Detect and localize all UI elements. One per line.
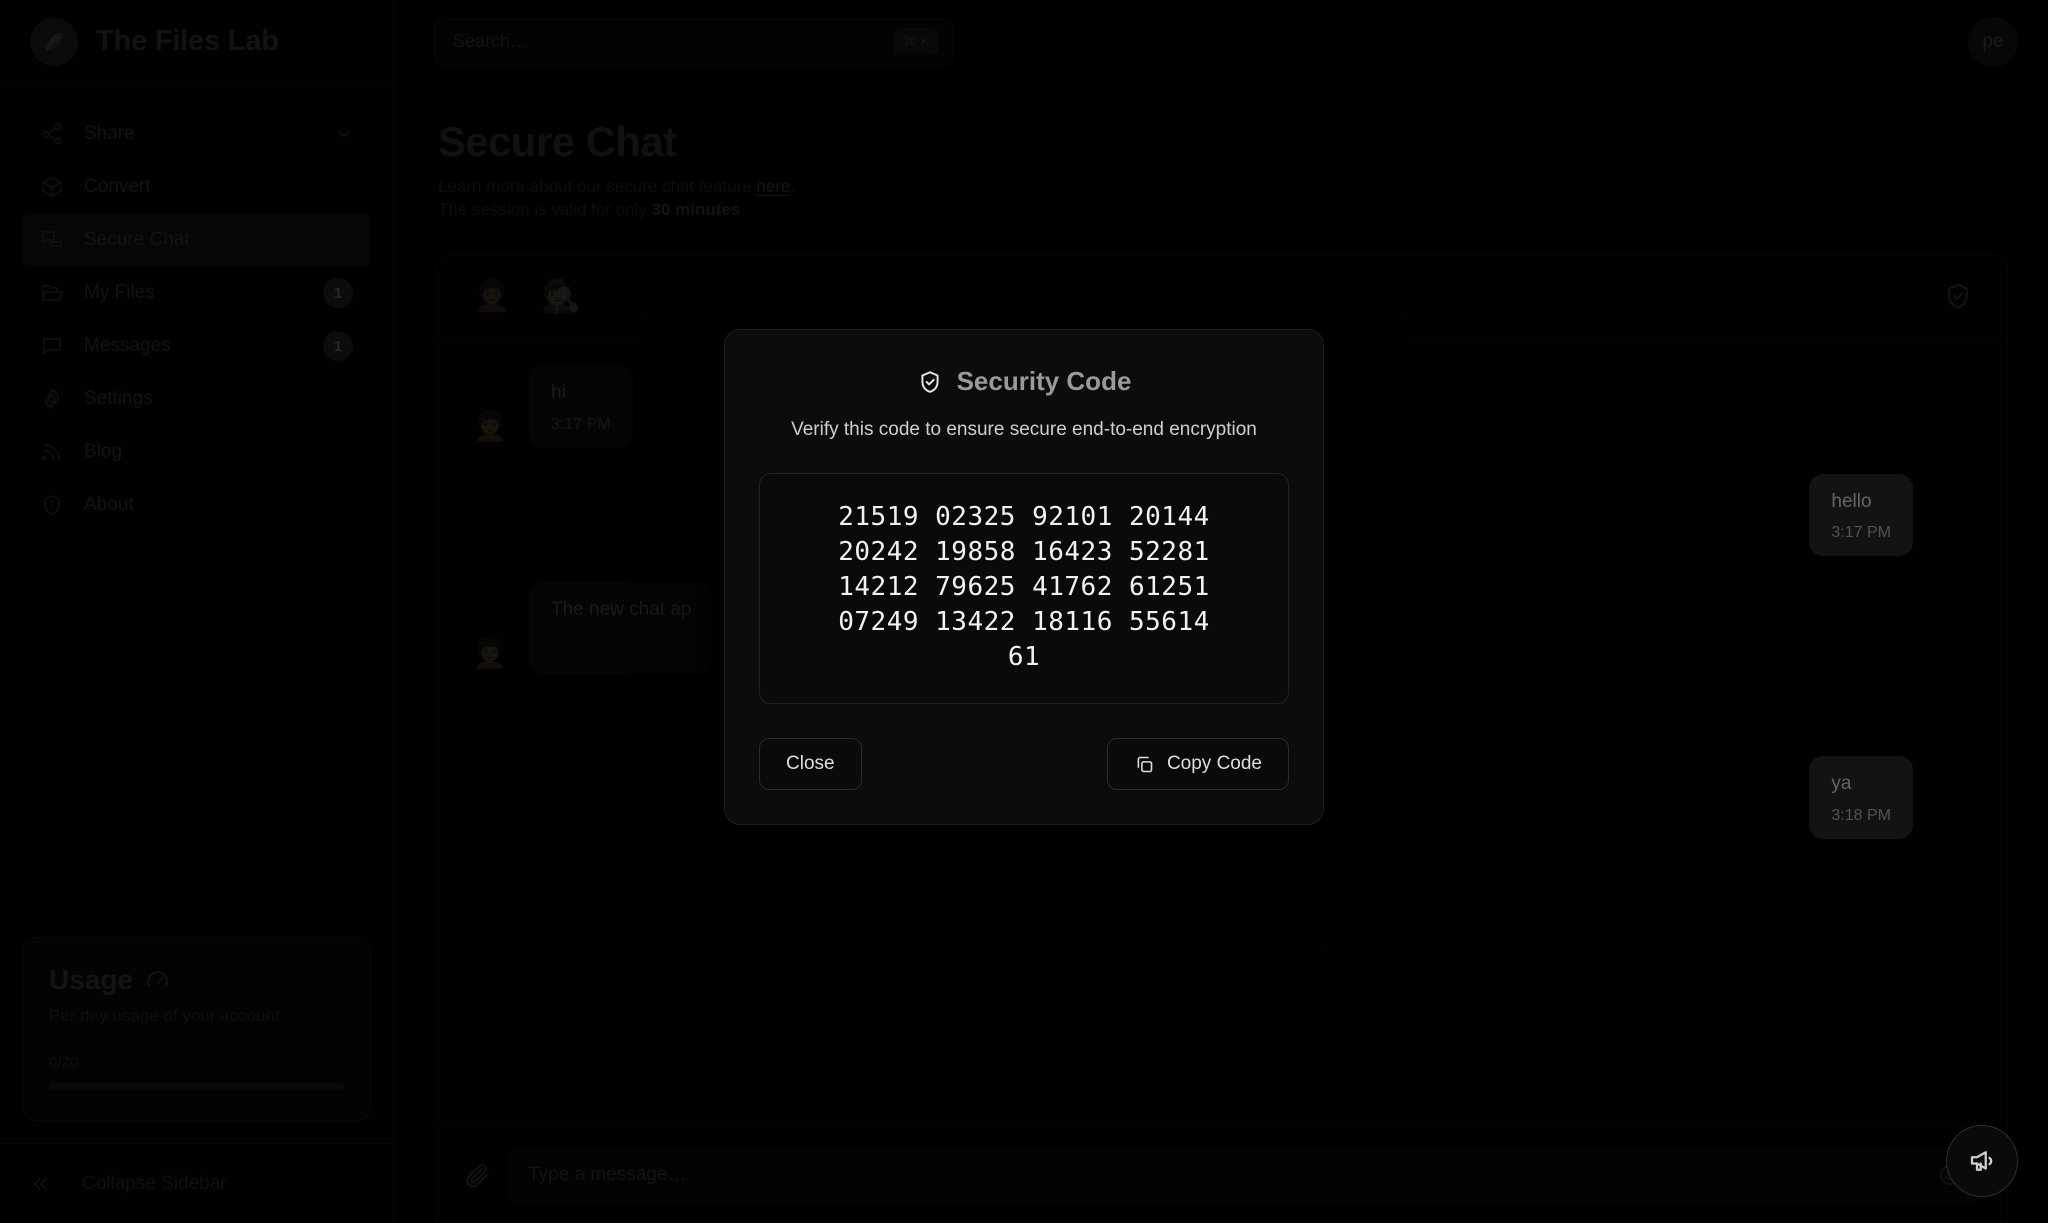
security-code-line: 61 bbox=[1007, 642, 1041, 673]
copy-code-button-label: Copy Code bbox=[1166, 753, 1262, 775]
close-button-label: Close bbox=[786, 753, 835, 775]
security-code-box: 21519 02325 92101 20144 20242 19858 1642… bbox=[759, 473, 1289, 705]
close-button[interactable]: Close bbox=[759, 738, 862, 791]
security-code-line: 07249 13422 18116 55614 bbox=[838, 607, 1210, 638]
modal-title-row: Security Code bbox=[759, 366, 1289, 397]
copy-code-button[interactable]: Copy Code bbox=[1106, 738, 1289, 791]
modal-title: Security Code bbox=[956, 366, 1132, 396]
copy-icon bbox=[1137, 756, 1153, 773]
megaphone-icon bbox=[1970, 1151, 1993, 1171]
security-code-line: 21519 02325 92101 20144 bbox=[838, 502, 1210, 532]
security-code-modal: Security Code Verify this code to ensure… bbox=[724, 329, 1324, 826]
shield-check-icon bbox=[921, 370, 939, 393]
modal-actions: Close Copy Code bbox=[759, 738, 1289, 791]
security-code-line: 20242 19858 16423 52281 bbox=[838, 537, 1210, 568]
security-code-line: 14212 79625 41762 61251 bbox=[838, 572, 1210, 603]
modal-description: Verify this code to ensure secure end-to… bbox=[791, 419, 1257, 440]
announcement-fab[interactable] bbox=[1946, 1125, 2018, 1197]
